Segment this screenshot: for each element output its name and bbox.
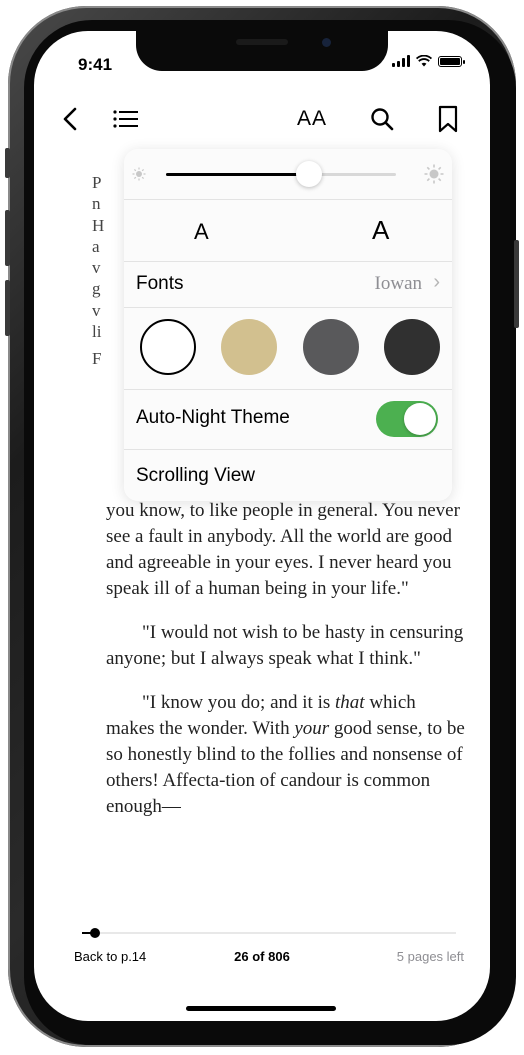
battery-icon xyxy=(438,55,465,67)
theme-white-button[interactable] xyxy=(140,319,196,375)
status-icons xyxy=(392,55,465,67)
divider xyxy=(124,449,452,450)
fragment-line: n xyxy=(92,194,101,214)
brightness-low-icon xyxy=(132,167,146,181)
fragment-line: v xyxy=(92,300,101,320)
text-run: "I know you do; and it is xyxy=(142,692,335,713)
pages-left: 5 pages left xyxy=(396,949,464,964)
list-icon xyxy=(113,110,138,128)
fragment-line: v xyxy=(92,258,101,278)
front-camera xyxy=(322,38,331,47)
text-settings-popover: A A Fonts Iowan › Auto-Night Theme Scrol… xyxy=(124,149,452,501)
brightness-high-icon xyxy=(424,164,444,184)
brightness-slider[interactable] xyxy=(166,161,396,187)
auto-night-toggle[interactable] xyxy=(376,401,438,437)
fragment-line: F xyxy=(92,349,102,369)
text-settings-label: AA xyxy=(296,107,327,130)
italic-text: that xyxy=(335,692,365,713)
search-button[interactable] xyxy=(368,103,396,135)
silent-switch xyxy=(5,148,10,178)
home-indicator[interactable] xyxy=(186,1006,336,1011)
power-button xyxy=(514,240,519,328)
page-paragraph: "I know you do; and it is that which mak… xyxy=(106,690,466,820)
brightness-slider-fill xyxy=(166,173,309,176)
signal-icon xyxy=(392,55,410,67)
theme-sepia-button[interactable] xyxy=(221,319,278,375)
search-icon xyxy=(371,108,394,131)
decrease-font-button[interactable]: A xyxy=(194,219,209,245)
theme-night-button[interactable] xyxy=(383,319,440,375)
status-time: 9:41 xyxy=(78,55,113,74)
divider xyxy=(124,307,452,308)
wifi-icon xyxy=(416,55,432,67)
screen: 9:41 AA P n H a v g v li F you know, to … xyxy=(34,31,490,1021)
brightness-row xyxy=(124,149,452,199)
volume-up-button xyxy=(5,210,10,266)
scrolling-view-label: Scrolling View xyxy=(136,465,255,486)
chevron-right-icon: › xyxy=(433,271,440,293)
bookmark-button[interactable] xyxy=(436,103,460,135)
back-button[interactable] xyxy=(58,103,82,135)
fragment-line: H xyxy=(92,215,105,235)
fonts-label: Fonts xyxy=(136,273,184,294)
speaker xyxy=(236,39,288,45)
bookmark-icon xyxy=(438,105,458,133)
fragment-line: a xyxy=(92,236,100,256)
fonts-row[interactable]: Fonts Iowan › xyxy=(124,261,452,307)
page-paragraph: "I would not wish to be hasty in censuri… xyxy=(106,622,464,669)
text-settings-button[interactable]: AA xyxy=(294,103,330,135)
fragment-line: P xyxy=(92,173,102,192)
brightness-slider-knob[interactable] xyxy=(295,161,322,187)
auto-night-label: Auto-Night Theme xyxy=(136,407,290,428)
fragment-line: g xyxy=(92,279,101,299)
volume-down-button xyxy=(5,280,10,336)
page-paragraph: you know, to like people in general. You… xyxy=(106,500,460,599)
theme-picker xyxy=(140,319,440,379)
italic-text: your xyxy=(294,718,330,739)
increase-font-button[interactable]: A xyxy=(372,215,389,246)
reader-toolbar: AA xyxy=(34,91,490,147)
fragment-line: li xyxy=(92,322,102,342)
chevron-left-icon xyxy=(63,107,77,131)
divider xyxy=(124,389,452,390)
page-scrubber-knob[interactable] xyxy=(90,928,100,938)
background-text-fragments: P n H a v g v li F xyxy=(92,172,122,370)
toggle-knob xyxy=(404,403,436,435)
divider xyxy=(124,199,452,200)
page-text: you know, to like people in general. You… xyxy=(106,498,466,838)
page-scrubber-track[interactable] xyxy=(82,932,456,934)
contents-button[interactable] xyxy=(112,103,140,135)
theme-gray-button[interactable] xyxy=(302,319,359,375)
fonts-value: Iowan xyxy=(374,273,422,294)
notch xyxy=(136,31,388,71)
